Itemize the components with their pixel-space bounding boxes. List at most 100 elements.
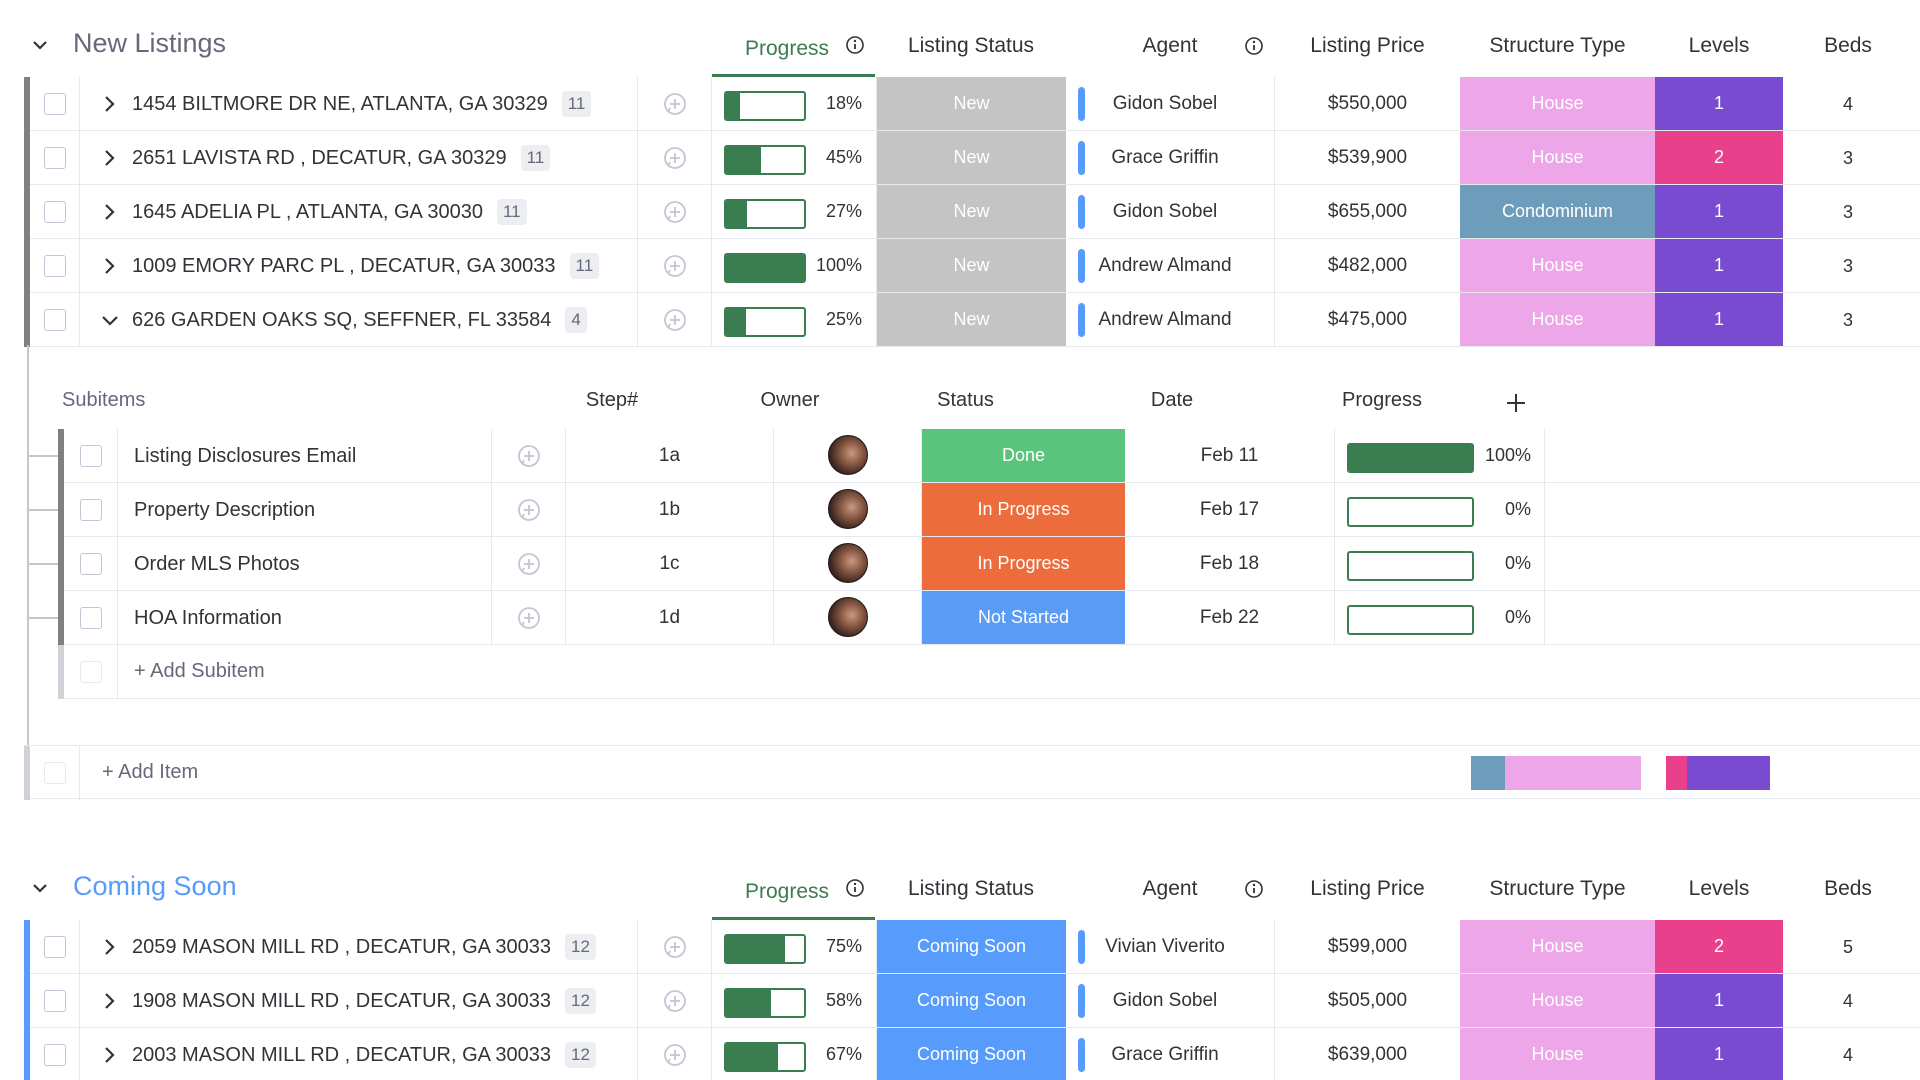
subitem-row[interactable]: Listing Disclosures Email 1a Done Feb 11 100… (58, 429, 1920, 483)
item-name[interactable]: 2059 MASON MILL RD , DECATUR, GA 30033 (132, 936, 551, 959)
column-header-listing-status[interactable]: Listing Status (877, 866, 1065, 912)
table-row[interactable]: 2059 MASON MILL RD , DECATUR, GA 30033 12… (24, 920, 1920, 974)
agent-name[interactable]: Gidon Sobel (1090, 974, 1240, 1028)
subitem-checkbox[interactable] (79, 499, 102, 521)
chevron-right-icon[interactable] (100, 256, 120, 276)
table-row[interactable]: 626 GARDEN OAKS SQ, SEFFNER, FL 33584 4 25… (24, 293, 1920, 347)
subitem-row[interactable]: Order MLS Photos 1c In Progress Feb 18 0% (58, 537, 1920, 591)
listing-status-cell[interactable]: New (877, 77, 1066, 130)
add-item-row[interactable]: + Add Item (24, 745, 1920, 800)
beds-value[interactable]: 3 (1783, 293, 1913, 347)
listing-status-cell[interactable]: New (877, 131, 1066, 184)
item-name-cell[interactable]: 1009 EMORY PARC PL , DECATUR, GA 30033 11 (80, 239, 638, 293)
add-update-icon[interactable] (662, 988, 688, 1014)
table-row[interactable]: 1454 BILTMORE DR NE, ATLANTA, GA 30329 11… (24, 77, 1920, 131)
subitem-checkbox[interactable] (79, 445, 102, 467)
beds-value[interactable]: 4 (1783, 1028, 1913, 1080)
column-header-structure-type[interactable]: Structure Type (1460, 866, 1655, 912)
beds-value[interactable]: 4 (1783, 77, 1913, 131)
beds-value[interactable]: 3 (1783, 131, 1913, 185)
chevron-right-icon[interactable] (100, 148, 120, 168)
subitems-column-header-date[interactable]: Date (1067, 385, 1277, 415)
updates-cell[interactable] (492, 537, 566, 591)
chevron-right-icon[interactable] (100, 1045, 120, 1065)
subitem-name-cell[interactable]: Listing Disclosures Email (118, 429, 492, 483)
levels-cell[interactable]: 1 (1655, 185, 1783, 238)
column-header-structure-type[interactable]: Structure Type (1460, 23, 1655, 69)
column-header-listing-price[interactable]: Listing Price (1275, 23, 1460, 69)
item-name[interactable]: 1645 ADELIA PL , ATLANTA, GA 30030 (132, 201, 483, 224)
levels-cell[interactable]: 1 (1655, 1028, 1783, 1080)
step-cell[interactable]: 1a (566, 429, 774, 483)
add-update-icon[interactable] (516, 551, 542, 577)
row-checkbox[interactable] (43, 1044, 66, 1066)
structure-type-cell[interactable]: House (1460, 920, 1655, 973)
levels-cell[interactable]: 2 (1655, 131, 1783, 184)
item-name[interactable]: 2003 MASON MILL RD , DECATUR, GA 30033 (132, 1044, 551, 1067)
subitem-status-cell[interactable]: Not Started (922, 591, 1125, 644)
table-row[interactable]: 2651 LAVISTA RD , DECATUR, GA 30329 11 45%… (24, 131, 1920, 185)
subitem-row[interactable]: HOA Information 1d Not Started Feb 22 0% (58, 591, 1920, 645)
add-update-icon[interactable] (516, 443, 542, 469)
structure-type-cell[interactable]: House (1460, 1028, 1655, 1080)
add-update-icon[interactable] (662, 199, 688, 225)
item-name-cell[interactable]: 1908 MASON MILL RD , DECATUR, GA 30033 12 (80, 974, 638, 1028)
info-icon[interactable] (1244, 879, 1264, 899)
structure-type-cell[interactable]: House (1460, 77, 1655, 130)
add-subitem-label[interactable]: + Add Subitem (134, 660, 265, 683)
date-cell[interactable]: Feb 11 (1125, 429, 1335, 483)
subitem-status-cell[interactable]: Done (922, 429, 1125, 482)
add-update-icon[interactable] (662, 1042, 688, 1068)
add-update-icon[interactable] (516, 497, 542, 523)
listing-status-cell[interactable]: Coming Soon (877, 920, 1066, 973)
chevron-down-icon[interactable] (100, 310, 120, 330)
add-update-icon[interactable] (662, 253, 688, 279)
structure-type-cell[interactable]: House (1460, 239, 1655, 292)
row-checkbox[interactable] (43, 990, 66, 1012)
agent-name[interactable]: Grace Griffin (1090, 131, 1240, 185)
subitem-name[interactable]: Order MLS Photos (134, 553, 300, 576)
column-header-levels[interactable]: Levels (1655, 23, 1783, 69)
structure-type-cell[interactable]: House (1460, 974, 1655, 1027)
beds-value[interactable]: 3 (1783, 239, 1913, 293)
subitem-name[interactable]: Listing Disclosures Email (134, 445, 356, 468)
subitem-name-cell[interactable]: Property Description (118, 483, 492, 537)
add-update-icon[interactable] (662, 145, 688, 171)
date-cell[interactable]: Feb 18 (1125, 537, 1335, 591)
table-row[interactable]: 1009 EMORY PARC PL , DECATUR, GA 30033 11… (24, 239, 1920, 293)
listing-status-cell[interactable]: Coming Soon (877, 1028, 1066, 1080)
add-item-label[interactable]: + Add Item (102, 761, 198, 784)
beds-value[interactable]: 3 (1783, 185, 1913, 239)
listing-price[interactable]: $655,000 (1275, 185, 1460, 239)
table-row[interactable]: 1908 MASON MILL RD , DECATUR, GA 30033 12… (24, 974, 1920, 1028)
step-cell[interactable]: 1d (566, 591, 774, 645)
listing-price[interactable]: $482,000 (1275, 239, 1460, 293)
updates-cell[interactable] (638, 77, 712, 131)
updates-cell[interactable] (638, 293, 712, 347)
owner-cell[interactable] (774, 537, 922, 591)
owner-cell[interactable] (774, 429, 922, 483)
chevron-right-icon[interactable] (100, 202, 120, 222)
levels-cell[interactable]: 2 (1655, 920, 1783, 973)
listing-price[interactable]: $639,000 (1275, 1028, 1460, 1080)
date-cell[interactable]: Feb 17 (1125, 483, 1335, 537)
avatar[interactable] (828, 435, 868, 475)
add-subitem-row[interactable]: + Add Subitem (58, 645, 1920, 699)
date-cell[interactable]: Feb 22 (1125, 591, 1335, 645)
column-header-beds[interactable]: Beds (1783, 23, 1913, 69)
beds-value[interactable]: 5 (1783, 920, 1913, 974)
item-name-cell[interactable]: 2059 MASON MILL RD , DECATUR, GA 30033 12 (80, 920, 638, 974)
info-icon[interactable] (845, 35, 865, 55)
listing-status-cell[interactable]: Coming Soon (877, 974, 1066, 1027)
item-name[interactable]: 626 GARDEN OAKS SQ, SEFFNER, FL 33584 (132, 309, 551, 332)
agent-name[interactable]: Gidon Sobel (1090, 77, 1240, 131)
column-header-levels[interactable]: Levels (1655, 866, 1783, 912)
updates-cell[interactable] (638, 131, 712, 185)
owner-cell[interactable] (774, 591, 922, 645)
table-row[interactable]: 2003 MASON MILL RD , DECATUR, GA 30033 12… (24, 1028, 1920, 1080)
agent-name[interactable]: Grace Griffin (1090, 1028, 1240, 1080)
item-name[interactable]: 1009 EMORY PARC PL , DECATUR, GA 30033 (132, 255, 556, 278)
subitem-row[interactable]: Property Description 1b In Progress Feb 17 0… (58, 483, 1920, 537)
structure-type-cell[interactable]: Condominium (1460, 185, 1655, 238)
step-cell[interactable]: 1b (566, 483, 774, 537)
